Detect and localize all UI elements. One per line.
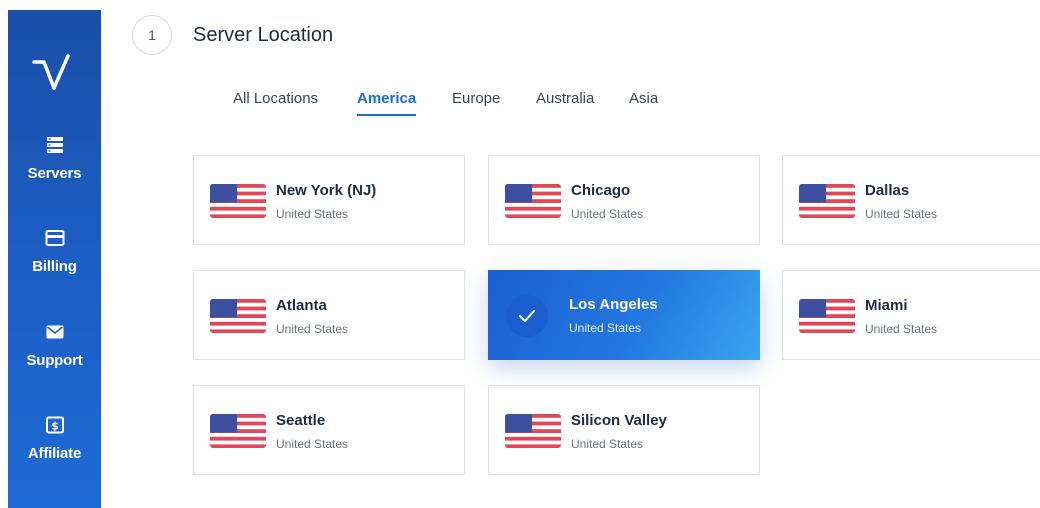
tab-europe[interactable]: Europe bbox=[452, 90, 500, 107]
location-name: Dallas bbox=[865, 182, 910, 199]
step-number-badge: 1 bbox=[132, 15, 172, 55]
sidebar-item-support[interactable]: Support bbox=[8, 322, 101, 369]
location-name: Silicon Valley bbox=[571, 412, 667, 429]
location-country: United States bbox=[276, 322, 349, 336]
location-card-los-angeles[interactable]: Los Angeles United States bbox=[488, 270, 760, 360]
sidebar-item-affiliate[interactable]: $ Affiliate bbox=[8, 415, 101, 462]
svg-text:$: $ bbox=[51, 420, 59, 433]
location-country: United States bbox=[569, 321, 642, 335]
location-country: United States bbox=[571, 437, 644, 451]
location-name: Atlanta bbox=[276, 297, 327, 314]
location-country: United States bbox=[276, 207, 349, 221]
check-icon bbox=[506, 295, 548, 337]
us-flag-icon bbox=[799, 184, 855, 218]
location-card-atlanta[interactable]: Atlanta United States bbox=[193, 270, 465, 360]
us-flag-icon bbox=[210, 299, 266, 333]
location-card-seattle[interactable]: Seattle United States bbox=[193, 385, 465, 475]
location-country: United States bbox=[865, 207, 938, 221]
location-country: United States bbox=[571, 207, 644, 221]
tab-america[interactable]: America bbox=[357, 90, 417, 116]
location-card-silicon-valley[interactable]: Silicon Valley United States bbox=[488, 385, 760, 475]
location-name: Miami bbox=[865, 297, 908, 314]
sidebar-item-label: Affiliate bbox=[27, 445, 82, 462]
sidebar-item-label: Servers bbox=[27, 165, 82, 182]
location-name: Seattle bbox=[276, 412, 326, 429]
location-card-miami[interactable]: Miami United States bbox=[782, 270, 1040, 360]
us-flag-icon bbox=[210, 414, 266, 448]
logo-icon bbox=[32, 54, 70, 90]
server-icon bbox=[46, 137, 63, 153]
sidebar-item-label: Support bbox=[26, 352, 83, 369]
location-card-chicago[interactable]: Chicago United States bbox=[488, 155, 760, 245]
us-flag-icon bbox=[799, 299, 855, 333]
us-flag-icon bbox=[210, 184, 266, 218]
location-country: United States bbox=[276, 437, 349, 451]
location-card-dallas[interactable]: Dallas United States bbox=[782, 155, 1040, 245]
tab-all-locations[interactable]: All Locations bbox=[233, 90, 318, 107]
location-name: New York (NJ) bbox=[276, 182, 377, 199]
location-card-new-york[interactable]: New York (NJ) United States bbox=[193, 155, 465, 245]
sidebar: Servers Billing Support $ Affiliate bbox=[8, 10, 101, 508]
page-title: Server Location bbox=[193, 24, 334, 46]
sidebar-item-label: Billing bbox=[32, 258, 77, 275]
tab-australia[interactable]: Australia bbox=[536, 90, 594, 107]
envelope-icon bbox=[46, 325, 63, 339]
credit-card-icon bbox=[45, 230, 64, 246]
dollar-icon: $ bbox=[45, 416, 64, 434]
us-flag-icon bbox=[505, 414, 561, 448]
us-flag-icon bbox=[505, 184, 561, 218]
sidebar-item-servers[interactable]: Servers bbox=[8, 135, 101, 182]
location-name: Chicago bbox=[571, 182, 631, 199]
sidebar-item-billing[interactable]: Billing bbox=[8, 228, 101, 275]
location-name: Los Angeles bbox=[569, 296, 658, 313]
tab-asia[interactable]: Asia bbox=[629, 90, 658, 107]
location-country: United States bbox=[865, 322, 938, 336]
